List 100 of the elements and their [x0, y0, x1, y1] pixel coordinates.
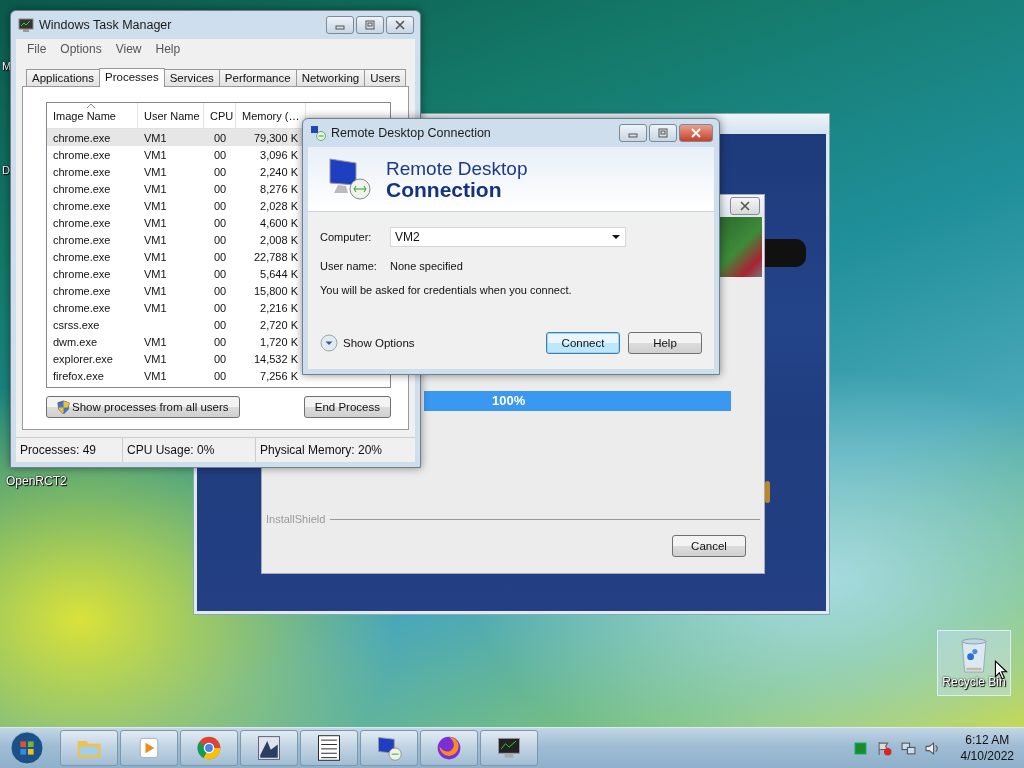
process-row[interactable]: chrome.exe VM1 00 5,644 K	[47, 265, 306, 282]
process-row[interactable]: chrome.exe VM1 00 2,028 K	[47, 197, 306, 214]
table-cell-text: VM1	[143, 369, 168, 382]
column-header[interactable]: User Name	[138, 103, 204, 128]
taskbar-button[interactable]	[240, 730, 298, 766]
table-cell-text: VM1	[143, 267, 168, 280]
dropdown-arrow-icon	[611, 232, 621, 242]
status-square-icon	[852, 740, 868, 756]
table-cell-text: firefox.exe	[52, 369, 105, 382]
computer-dropdown[interactable]: VM2	[390, 227, 626, 247]
process-row[interactable]: chrome.exe VM1 00 4,600 K	[47, 214, 306, 231]
expand-icon	[320, 334, 338, 352]
column-header[interactable]: Image Name	[47, 103, 138, 128]
tab[interactable]: Performance	[218, 69, 297, 86]
process-row[interactable]: csrss.exe 00 2,720 K	[47, 316, 306, 333]
table-cell-text: VM1	[143, 199, 168, 212]
close-button[interactable]	[679, 124, 713, 142]
table-cell-text: 2,008 K	[259, 233, 299, 246]
end-process-button[interactable]: End Process	[303, 396, 391, 418]
close-button[interactable]	[730, 197, 760, 215]
table-cell-text: 15,800 K	[252, 284, 299, 297]
process-row[interactable]: chrome.exe VM1 00 8,276 K	[47, 180, 306, 197]
table-cell-text: 00	[212, 199, 228, 212]
photo-placeholder	[720, 217, 762, 277]
table-cell-text: chrome.exe	[52, 165, 112, 178]
form-document-icon	[315, 734, 343, 762]
table-cell-text: VM1	[143, 352, 168, 365]
tab[interactable]: Applications	[26, 69, 100, 86]
menu-item[interactable]: View	[108, 41, 149, 57]
menu-item[interactable]: File	[20, 41, 54, 57]
show-all-users-button[interactable]: Show processes from all users	[46, 396, 240, 418]
help-button[interactable]: Help	[628, 332, 702, 354]
table-cell-text: 2,028 K	[259, 199, 299, 212]
desktop-icon[interactable]: D	[0, 162, 12, 178]
column-header[interactable]: CPU	[204, 103, 236, 128]
close-button[interactable]	[386, 16, 414, 34]
close-icon	[395, 20, 405, 30]
logo-drawing	[764, 239, 806, 267]
process-row[interactable]: chrome.exe VM1 00 2,008 K	[47, 231, 306, 248]
process-row[interactable]: chrome.exe VM1 00 15,800 K	[47, 282, 306, 299]
connect-button[interactable]: Connect	[546, 332, 620, 354]
minimize-button[interactable]	[326, 16, 354, 34]
table-cell-text: 00	[212, 284, 228, 297]
cancel-button[interactable]: Cancel	[672, 535, 746, 557]
remote-desktop-icon	[310, 125, 326, 141]
table-cell-text: 00	[212, 233, 228, 246]
table-cell-text: chrome.exe	[52, 216, 112, 229]
table-cell-text: 14,532 K	[252, 352, 299, 365]
maximize-icon	[365, 20, 375, 30]
process-row[interactable]: chrome.exe VM1 00 3,096 K	[47, 146, 306, 163]
maximize-button[interactable]	[649, 124, 677, 142]
table-cell-text: VM1	[143, 301, 168, 314]
picture-icon	[255, 734, 283, 762]
table-cell-text: 00	[212, 301, 228, 314]
table-cell-text: VM1	[143, 250, 168, 263]
table-cell-text: chrome.exe	[52, 301, 112, 314]
table-cell-text: 3,096 K	[259, 148, 299, 161]
desktop-icon[interactable]: M	[0, 58, 14, 74]
table-cell-text: 00	[212, 250, 228, 263]
taskbar-button[interactable]	[480, 730, 538, 766]
table-cell-text: chrome.exe	[52, 267, 112, 280]
table-cell-text: 00	[212, 182, 228, 195]
process-row[interactable]: firefox.exe VM1 00 7,256 K	[47, 367, 306, 384]
taskbar-button[interactable]	[300, 730, 358, 766]
taskbar-button[interactable]	[360, 730, 418, 766]
flag-icon	[876, 740, 892, 756]
table-cell-text: 1,720 K	[259, 335, 299, 348]
shield-icon	[57, 399, 70, 415]
maximize-button[interactable]	[356, 16, 384, 34]
table-cell-text: VM1	[143, 165, 168, 178]
clock-date: 4/10/2022	[960, 748, 1014, 764]
menu-item[interactable]: Help	[148, 41, 188, 57]
network-icon	[900, 740, 916, 756]
menu-item[interactable]: Options	[53, 41, 109, 57]
process-row[interactable]: explorer.exe VM1 00 14,532 K	[47, 350, 306, 367]
minimize-button[interactable]	[619, 124, 647, 142]
process-row[interactable]: chrome.exe VM1 00 22,788 K	[47, 248, 306, 265]
tab[interactable]: Networking	[295, 69, 366, 86]
table-cell-text: csrss.exe	[52, 318, 101, 331]
progress-reading: 100%	[492, 393, 526, 408]
table-cell-text: 8,276 K	[259, 182, 299, 195]
process-row[interactable]: chrome.exe VM1 00 2,240 K	[47, 163, 306, 180]
table-cell-text: 4,600 K	[259, 216, 299, 229]
process-row[interactable]: dwm.exe VM1 00 1,720 K	[47, 333, 306, 350]
tab[interactable]: Processes	[99, 68, 165, 87]
computer-monitor-icon	[375, 734, 403, 762]
table-cell-text: 00	[212, 165, 228, 178]
process-row[interactable]: chrome.exe VM1 00 2,216 K	[47, 299, 306, 316]
table-cell-text: 2,216 K	[259, 301, 299, 314]
close-icon	[740, 201, 750, 211]
table-cell-text: VM1	[143, 182, 168, 195]
windows-logo-icon	[10, 731, 44, 765]
round-browser-icon	[195, 734, 223, 762]
show-options-button[interactable]: Show Options	[320, 334, 415, 352]
maximize-icon	[658, 128, 668, 138]
table-cell-text: 00	[212, 352, 228, 365]
table-cell-text: chrome.exe	[52, 284, 112, 297]
tab[interactable]: Services	[163, 69, 220, 86]
status-text: Physical Memory: 20%	[259, 442, 384, 459]
tab[interactable]: Users	[364, 69, 407, 86]
